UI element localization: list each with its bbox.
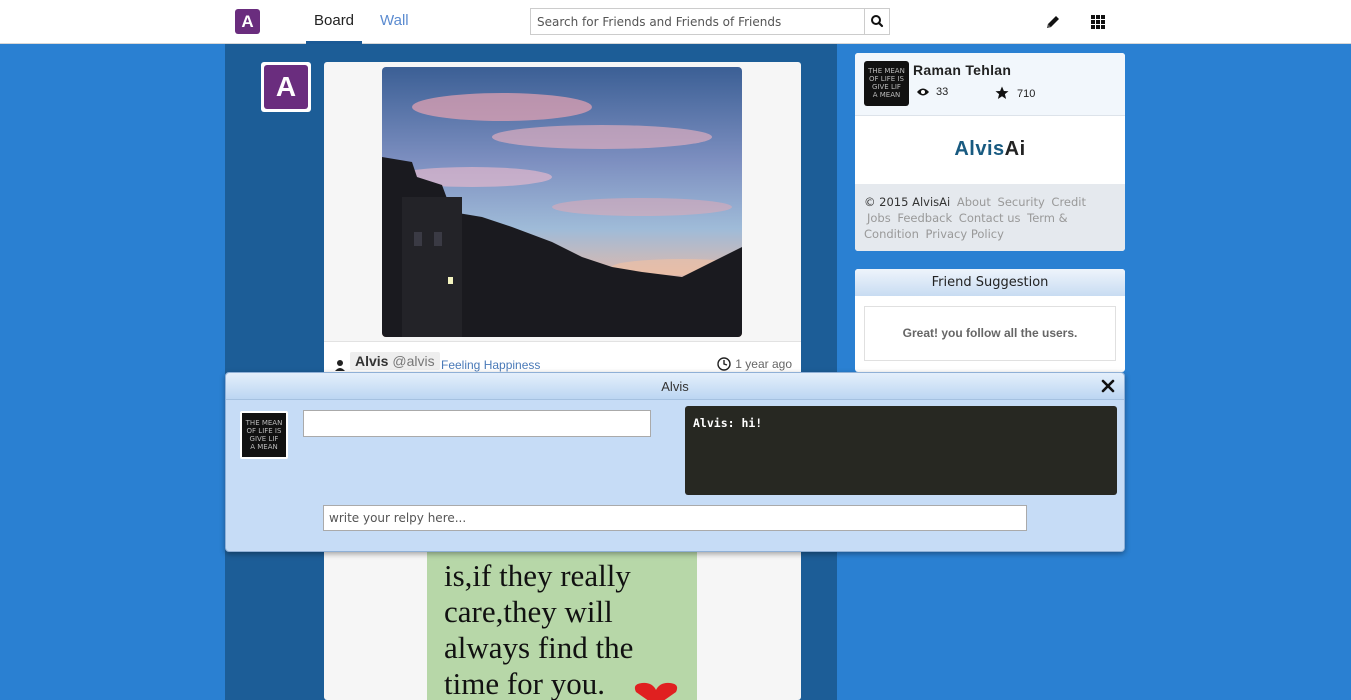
friend-suggestion-message: Great! you follow all the users. [864, 306, 1116, 361]
footer-link-security[interactable]: Security [998, 195, 1045, 209]
star-icon [995, 86, 1009, 99]
friend-suggestion-card: Friend Suggestion Great! you follow all … [855, 269, 1125, 372]
profile-header: THE MEAN OF LIFE IS GIVE LIF A MEAN Rama… [855, 53, 1125, 116]
chat-reply-input[interactable] [323, 505, 1027, 531]
close-icon[interactable] [1100, 378, 1116, 394]
eye-icon [917, 88, 929, 96]
post-photo[interactable] [382, 67, 742, 337]
friend-suggestion-title: Friend Suggestion [855, 269, 1125, 296]
post-author-handle: @alvis [392, 353, 435, 369]
footer-link-policy[interactable]: Policy [971, 227, 1004, 241]
stars-stat: 710 [995, 86, 1035, 100]
footer-link-privacy[interactable]: Privacy [926, 227, 968, 241]
search-box [530, 8, 890, 35]
footer-link-feedback[interactable]: Feedback [897, 211, 952, 225]
quote-image[interactable]: is,if they really care,they will always … [427, 542, 697, 700]
copyright: © 2015 AlvisAi [864, 195, 951, 209]
footer-link-contact[interactable]: Contact us [959, 211, 1021, 225]
chat-top-input[interactable] [303, 410, 651, 437]
post-author-name: Alvis [355, 353, 389, 369]
post-meta: Alvis @alvis Feeling Happiness 1 year ag… [324, 341, 801, 373]
top-navbar: A Board Wall [0, 0, 1351, 44]
chat-window: Alvis THE MEAN OF LIFE IS GIVE LIF A MEA… [225, 372, 1125, 552]
user-icon [335, 360, 345, 371]
heart-icon [634, 682, 678, 700]
post-time-text: 1 year ago [735, 357, 792, 371]
brand-logo: AlvisAi [954, 138, 1026, 160]
search-input[interactable] [531, 9, 865, 34]
footer-link-about[interactable]: About [957, 195, 991, 209]
profile-name[interactable]: Raman Tehlan [913, 62, 1011, 78]
chat-message: Alvis: hi! [693, 416, 763, 430]
search-icon [871, 15, 884, 28]
clock-icon [717, 357, 731, 371]
app-logo[interactable]: A [235, 9, 260, 34]
post-feeling: Feeling Happiness [441, 358, 541, 372]
quote-text: is,if they really care,they will always … [444, 558, 634, 700]
tab-wall[interactable]: Wall [372, 0, 417, 44]
pencil-icon[interactable] [1043, 12, 1063, 32]
sunset-photo [382, 67, 742, 337]
profile-thumbnail[interactable]: THE MEAN OF LIFE IS GIVE LIF A MEAN [864, 61, 909, 106]
footer-links: © 2015 AlvisAi About Security Credit Job… [855, 184, 1125, 251]
grid-apps-icon[interactable] [1088, 12, 1108, 32]
user-avatar[interactable]: A [261, 62, 311, 112]
footer-link-credit[interactable]: Credit [1051, 195, 1086, 209]
chat-avatar[interactable]: THE MEAN OF LIFE IS GIVE LIF A MEAN [240, 411, 288, 459]
views-stat: 33 [916, 86, 948, 98]
chat-title[interactable]: Alvis [226, 373, 1124, 400]
post-time: 1 year ago [717, 357, 792, 371]
profile-card: THE MEAN OF LIFE IS GIVE LIF A MEAN Rama… [855, 53, 1125, 251]
avatar-letter: A [264, 65, 308, 109]
tab-board[interactable]: Board [306, 0, 362, 44]
search-button[interactable] [864, 9, 889, 34]
chat-log: Alvis: hi! [685, 406, 1117, 495]
post-author[interactable]: Alvis @alvis [350, 352, 440, 370]
footer-link-jobs[interactable]: Jobs [867, 211, 891, 225]
